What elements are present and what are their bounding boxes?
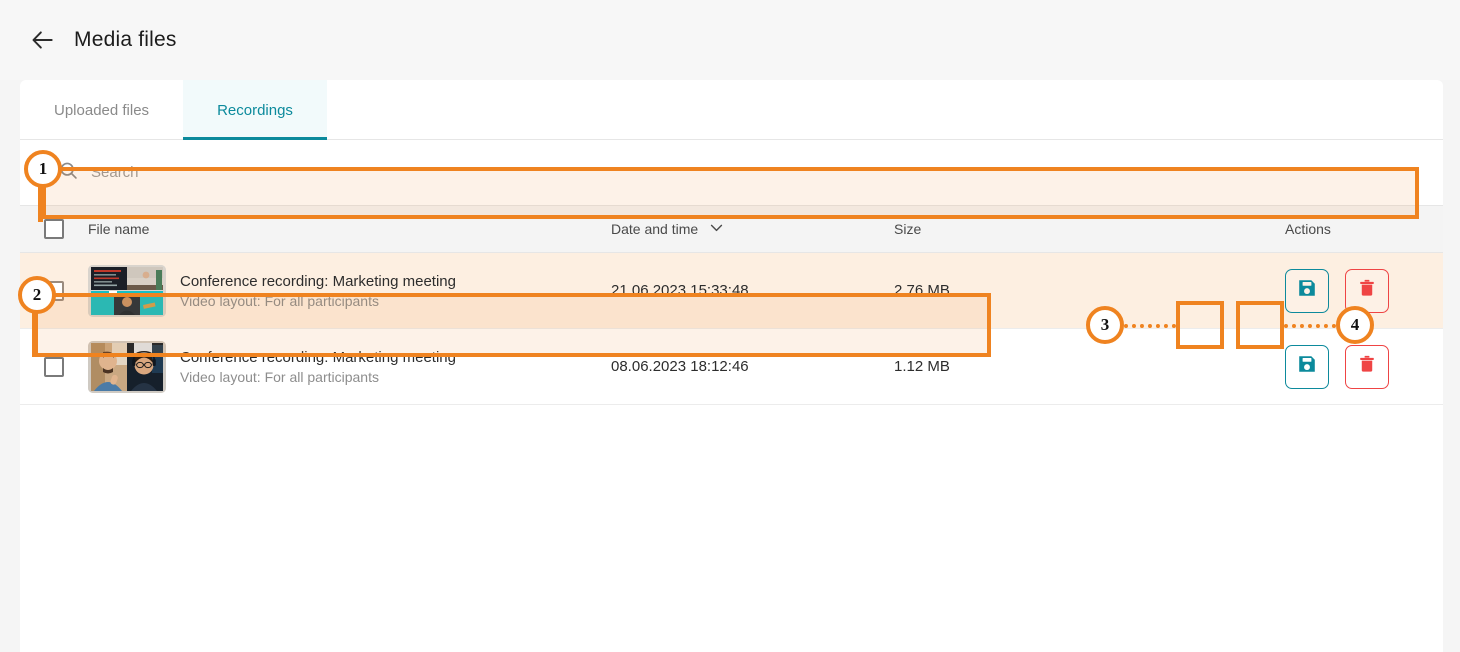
delete-button[interactable] [1345,344,1389,389]
actions-cell [1177,344,1443,389]
actions-cell [1177,268,1443,313]
page-title: Media files [74,28,177,51]
tab-uploaded-files[interactable]: Uploaded files [20,80,183,140]
date-time-cell: 21.06.2023 15:33:48 [611,282,749,299]
row-select-cell [20,280,88,301]
file-title: Conference recording: Marketing meeting [180,348,456,366]
tab-recordings[interactable]: Recordings [183,80,327,140]
search-bar: Search [20,140,1443,205]
column-header-actions-label: Actions [1285,221,1331,237]
two-participants-thumbnail[interactable] [88,340,166,393]
row-select-cell [20,356,88,377]
table-row[interactable]: Conference recording: Marketing meeting … [20,329,1443,405]
video-grid-thumbnail[interactable] [88,264,166,317]
file-name-cell: Conference recording: Marketing meeting … [88,340,611,393]
search-field[interactable]: Search [42,151,1421,195]
table-header-row: File name Date and time Size Actions [20,205,1443,253]
column-header-file-name-label: File name [88,221,150,237]
column-header-date-time[interactable]: Date and time [611,219,894,239]
size-cell: 1.12 MB [894,358,950,375]
screen-root: Media files Uploaded files Recordings Se… [0,0,1460,652]
floppy-disk-save-icon [1296,277,1318,304]
select-all-cell [20,219,88,239]
size-cell: 2.76 MB [894,282,950,299]
search-input[interactable]: Search [91,164,139,181]
row-checkbox[interactable] [44,280,64,301]
date-time-cell: 08.06.2023 18:12:46 [611,358,749,375]
delete-button[interactable] [1345,268,1389,313]
tab-bar: Uploaded files Recordings [20,80,1443,140]
file-title: Conference recording: Marketing meeting [180,272,456,290]
save-button[interactable] [1285,344,1329,389]
column-header-size[interactable]: Size [894,221,1177,237]
floppy-disk-save-icon [1296,353,1318,380]
column-header-size-label: Size [894,221,922,237]
column-header-file-name[interactable]: File name [88,221,611,237]
file-subtitle: Video layout: For all participants [180,368,379,385]
table-row[interactable]: Conference recording: Marketing meeting … [20,253,1443,329]
search-icon [58,160,79,186]
arrow-left-icon[interactable] [28,25,58,55]
file-info: Conference recording: Marketing meeting … [180,349,456,385]
tab-uploaded-files-label: Uploaded files [54,101,150,119]
column-header-actions: Actions [1177,221,1443,237]
file-info: Conference recording: Marketing meeting … [180,273,456,309]
recordings-table: File name Date and time Size Actions Con… [20,205,1443,405]
file-name-cell: Conference recording: Marketing meeting … [88,264,611,317]
content-card: Uploaded files Recordings Search File na… [20,80,1443,652]
column-header-date-time-label: Date and time [611,221,699,237]
trash-delete-icon [1356,277,1378,304]
select-all-checkbox[interactable] [44,219,64,239]
file-subtitle: Video layout: For all participants [180,292,379,309]
save-button[interactable] [1285,268,1329,313]
row-checkbox[interactable] [44,356,64,377]
page-header: Media files [0,0,1460,80]
chevron-down-icon[interactable] [708,219,725,239]
tab-recordings-label: Recordings [217,101,293,119]
trash-delete-icon [1356,353,1378,380]
